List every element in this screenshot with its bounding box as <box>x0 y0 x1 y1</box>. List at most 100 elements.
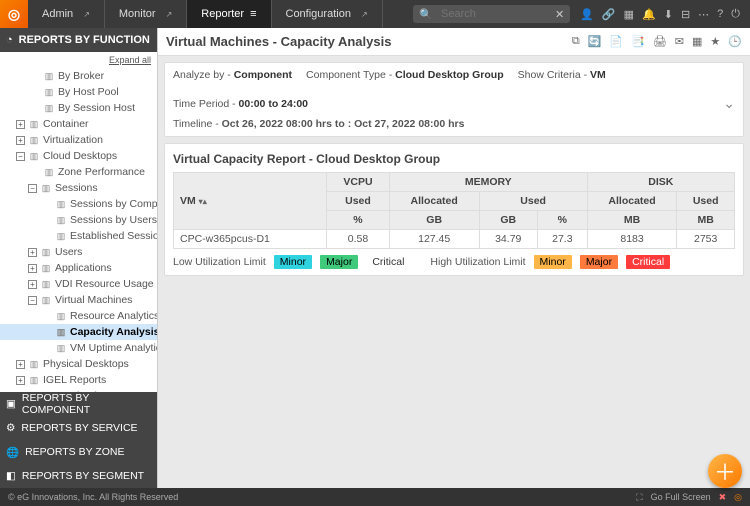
sidebar-item-sessions-by-users[interactable]: ▥Sessions by Users <box>0 212 157 228</box>
add-fab-button[interactable]: ＋ <box>708 454 742 488</box>
sidebar-header-zone[interactable]: 🌐REPORTS BY ZONE <box>0 440 157 464</box>
gear-icon: ⚙ <box>6 422 15 434</box>
tree-toggle-icon[interactable]: + <box>16 360 25 369</box>
sidebar-item-zone-performance[interactable]: ▥Zone Performance <box>0 164 157 180</box>
tree-toggle-icon[interactable]: + <box>28 280 37 289</box>
tree-node-label: Resource Analytics <box>70 310 157 322</box>
sidebar-item-sessions[interactable]: −▥Sessions <box>0 180 157 196</box>
legend-high-critical: Critical <box>626 255 670 269</box>
tree-toggle-icon[interactable]: − <box>16 152 25 161</box>
grid-icon[interactable]: ▦ <box>624 8 634 21</box>
cell-mem_used_pct: 27.3 <box>537 230 587 249</box>
content-area: Analyze by - Component Component Type - … <box>158 56 750 488</box>
tree-node-label: Capacity Analysis <box>70 326 157 338</box>
bell-icon[interactable]: 🔔 <box>642 8 656 21</box>
dashboard-icon[interactable]: ▦ <box>692 35 702 48</box>
sidebar-item-by-host-pool[interactable]: ▥By Host Pool <box>0 84 157 100</box>
logo-icon: ◎ <box>734 492 742 503</box>
tree-toggle-icon[interactable]: + <box>16 376 25 385</box>
tab-admin[interactable]: Admin↗ <box>28 0 105 28</box>
expand-all-link[interactable]: Expand all <box>109 55 151 65</box>
tree-node-label: By Host Pool <box>58 86 119 98</box>
capacity-table: VM ▾▴ VCPU MEMORY DISK Used Allocated Us… <box>173 172 735 249</box>
link-icon[interactable]: 🔗 <box>602 8 616 21</box>
sidebar-item-established-session[interactable]: ▥Established Session <box>0 228 157 244</box>
tree-node-icon: ▥ <box>55 342 67 354</box>
col-vm[interactable]: VM ▾▴ <box>174 173 327 230</box>
sidebar-item-container[interactable]: +▥Container <box>0 116 157 132</box>
global-search[interactable]: 🔍 ✕ <box>413 5 570 23</box>
tree-node-label: Sessions <box>55 182 98 194</box>
tree-toggle-icon[interactable]: − <box>28 296 37 305</box>
tree-node-icon: ▥ <box>28 118 40 130</box>
tree-toggle-icon[interactable]: + <box>28 264 37 273</box>
tree-toggle-icon[interactable]: − <box>28 184 37 193</box>
collapse-icon[interactable]: ⧉ <box>572 35 580 48</box>
search-input[interactable] <box>439 7 549 21</box>
sidebar-item-capacity-analysis[interactable]: ▥Capacity Analysis <box>0 324 157 340</box>
filter-summary-panel[interactable]: Analyze by - Component Component Type - … <box>164 62 744 137</box>
sidebar-item-by-broker[interactable]: ▥By Broker <box>0 68 157 84</box>
menu-icon[interactable]: ≡ <box>250 8 256 20</box>
refresh-icon[interactable]: 🔄 <box>588 35 602 48</box>
sidebar-item-virtualization[interactable]: +▥Virtualization <box>0 132 157 148</box>
sidebar-item-vdi-resource-usage[interactable]: +▥VDI Resource Usage <box>0 276 157 292</box>
menu-icon[interactable]: ⊟ <box>681 8 690 21</box>
sidebar-item-sessions-by-compo[interactable]: ▥Sessions by Compo <box>0 196 157 212</box>
tree-node-icon: ▥ <box>40 182 52 194</box>
export-csv-icon[interactable]: 📑 <box>631 35 645 48</box>
tree-toggle-icon[interactable]: + <box>16 120 25 129</box>
tree-node-label: Container <box>43 118 89 130</box>
sidebar-item-igel-reports[interactable]: +▥IGEL Reports <box>0 372 157 388</box>
sidebar-item-users[interactable]: +▥Users <box>0 244 157 260</box>
table-row[interactable]: CPC-w365pcus-D10.58127.4534.7927.3818327… <box>174 230 735 249</box>
sidebar-header-function[interactable]: ◔ REPORTS BY FUNCTION <box>0 28 157 52</box>
download-icon[interactable]: ⬇ <box>664 8 673 21</box>
help-icon[interactable]: ? <box>717 8 723 21</box>
close-button[interactable]: ✖ <box>719 492 727 503</box>
tree-node-label: By Broker <box>58 70 104 82</box>
tree-node-label: IGEL Reports <box>43 374 106 386</box>
chevron-down-icon[interactable]: ⌄ <box>723 95 735 112</box>
tree-node-icon: ▥ <box>55 214 67 226</box>
sidebar-item-resource-analytics[interactable]: ▥Resource Analytics <box>0 308 157 324</box>
tree-toggle-icon <box>40 328 52 337</box>
topbar-actions: 👤 🔗 ▦ 🔔 ⬇ ⊟ ⋯ ? ⏻ <box>570 8 750 21</box>
tree-toggle-icon <box>28 104 40 113</box>
sidebar-item-physical-desktops[interactable]: +▥Physical Desktops <box>0 356 157 372</box>
print-icon[interactable]: 🖨 <box>653 35 667 48</box>
user-icon[interactable]: 👤 <box>580 8 594 21</box>
sidebar-header-segment[interactable]: ◧REPORTS BY SEGMENT <box>0 464 157 488</box>
clear-icon[interactable]: ✕ <box>555 8 564 21</box>
email-icon[interactable]: ✉ <box>675 35 684 48</box>
export-pdf-icon[interactable]: 📄 <box>609 35 623 48</box>
page-title: Virtual Machines - Capacity Analysis <box>166 34 391 49</box>
cell-mem_alloc_gb: 127.45 <box>389 230 479 249</box>
tree-toggle-icon[interactable]: + <box>16 136 25 145</box>
schedule-icon[interactable]: 🕒 <box>728 35 742 48</box>
cell-vcpu_used_pct: 0.58 <box>327 230 390 249</box>
tree-list: Expand all ▥By Broker▥By Host Pool▥By Se… <box>0 52 157 392</box>
tab-reporter[interactable]: Reporter≡ <box>187 0 271 28</box>
tree-toggle-icon <box>40 344 52 353</box>
tab-monitor[interactable]: Monitor↗ <box>105 0 187 28</box>
fullscreen-icon[interactable]: ⛶ <box>636 492 642 503</box>
more-icon[interactable]: ⋯ <box>698 8 709 21</box>
tree-toggle-icon[interactable]: + <box>28 248 37 257</box>
pie-icon: ◔ <box>6 34 13 46</box>
sidebar-header-component[interactable]: ▣REPORTS BY COMPONENT <box>0 392 157 416</box>
tree-toggle-icon <box>28 72 40 81</box>
fullscreen-label[interactable]: Go Full Screen <box>651 492 711 502</box>
main-area: Virtual Machines - Capacity Analysis ⧉ 🔄… <box>158 28 750 488</box>
star-icon[interactable]: ★ <box>710 35 720 48</box>
tab-configuration[interactable]: Configuration↗ <box>272 0 383 28</box>
legend-low-critical: Critical <box>366 255 410 269</box>
power-icon[interactable]: ⏻ <box>731 8 740 21</box>
sidebar-item-vm-uptime-analytics[interactable]: ▥VM Uptime Analytics <box>0 340 157 356</box>
sidebar-header-service[interactable]: ⚙REPORTS BY SERVICE <box>0 416 157 440</box>
tree-node-label: Virtual Machines <box>55 294 132 306</box>
sidebar-item-cloud-desktops[interactable]: −▥Cloud Desktops <box>0 148 157 164</box>
sidebar-item-applications[interactable]: +▥Applications <box>0 260 157 276</box>
sidebar-item-virtual-machines[interactable]: −▥Virtual Machines <box>0 292 157 308</box>
sidebar-item-by-session-host[interactable]: ▥By Session Host <box>0 100 157 116</box>
